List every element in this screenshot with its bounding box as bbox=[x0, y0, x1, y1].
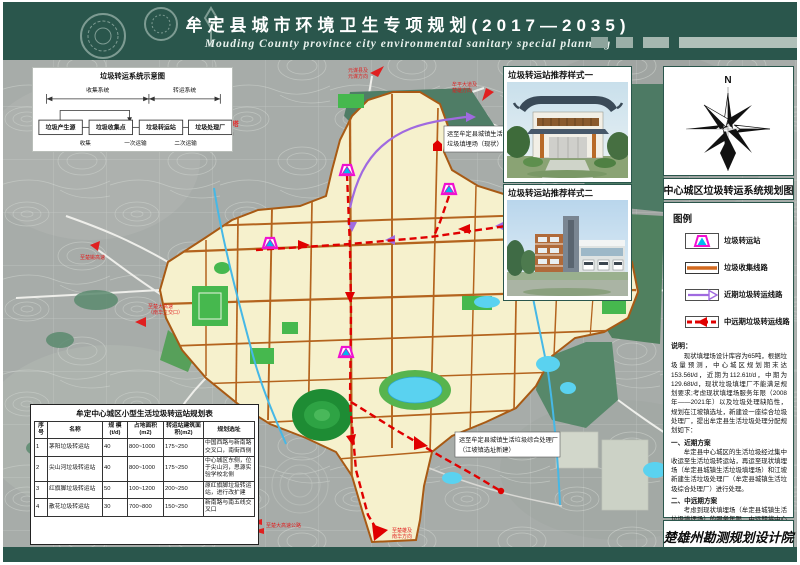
compass-rose-icon: N bbox=[664, 67, 793, 175]
legend-item-collection: 垃圾收集线路 bbox=[685, 260, 787, 276]
svg-text:垃圾填埋场（现状）: 垃圾填埋场（现状） bbox=[447, 140, 503, 148]
treatment-plant-label: 运至牟定县城镇生活垃圾综合处理厂 （江坡镇选址新建） bbox=[455, 432, 560, 457]
compass-panel: N bbox=[663, 66, 794, 176]
photo-card-style2: 垃圾转运站推荐样式二 bbox=[503, 184, 632, 301]
svg-text:转运系统: 转运系统 bbox=[173, 86, 196, 94]
notes-paragraph: 现状填埋场设计库容为65吨，根据垃圾量预测，中心城区规划期末达153.56t/d… bbox=[671, 352, 787, 436]
notes-heading: 一、近期方案 bbox=[671, 437, 787, 447]
near-route-swatch-icon bbox=[685, 287, 719, 303]
svg-text:（南华立交口）: （南华立交口） bbox=[148, 309, 183, 316]
flowchart-panel: 垃圾转运系统示意图 收集系统 转运系统 bbox=[32, 67, 233, 152]
svg-text:（江坡镇选址新建）: （江坡镇选址新建） bbox=[459, 446, 515, 454]
svg-text:楚雄方向: 楚雄方向 bbox=[452, 87, 472, 94]
svg-text:二次运输: 二次运输 bbox=[174, 139, 197, 147]
notes-paragraph: 牟定县中心城区的生活垃圾经过集中收运至生活垃圾转运站，再运至现状填埋场（牟定县城… bbox=[671, 448, 787, 494]
station-table-panel: 牟定中心城区小型生活垃圾转运站规划表 序号 名称 规 模(t/d) 占地面积(m… bbox=[30, 404, 259, 545]
header-deco-bar bbox=[679, 37, 797, 48]
table-row: 2 尖山河垃圾转运站 40 800~1000 175~250 中心城区东侧，位于… bbox=[35, 456, 255, 481]
svg-text:至楚雄及: 至楚雄及 bbox=[392, 527, 412, 534]
svg-text:运至牟定县城镇生活: 运至牟定县城镇生活 bbox=[447, 130, 503, 138]
table-header-row: 序号 名称 规 模(t/d) 占地面积(m2) 转运站建筑面积(m2) 规划选址 bbox=[35, 422, 255, 439]
svg-text:元谋方向: 元谋方向 bbox=[348, 73, 368, 80]
svg-text:至楚大高速公路: 至楚大高速公路 bbox=[266, 522, 301, 529]
svg-text:垃圾转运站: 垃圾转运站 bbox=[146, 124, 176, 132]
header-deco-square bbox=[643, 37, 669, 48]
svg-text:南华方向: 南华方向 bbox=[392, 533, 412, 540]
page-title: 牟定县城市环境卫生专项规划(2017—2035) bbox=[173, 11, 643, 36]
traditional-station-photo bbox=[507, 82, 628, 178]
notes-title: 说明： bbox=[671, 341, 787, 351]
institute-name: 楚雄州勘测规划设计院 bbox=[664, 527, 794, 546]
svg-text:运至牟定县城镇生活垃圾综合处理厂: 运至牟定县城镇生活垃圾综合处理厂 bbox=[459, 436, 558, 444]
modern-station-photo bbox=[507, 200, 628, 296]
svg-text:垃圾收集点: 垃圾收集点 bbox=[96, 124, 126, 132]
svg-text:垃圾转运系统示意图: 垃圾转运系统示意图 bbox=[100, 72, 165, 81]
legend-item-station: 垃圾转运站 bbox=[685, 233, 787, 249]
station-table: 序号 名称 规 模(t/d) 占地面积(m2) 转运站建筑面积(m2) 规划选址… bbox=[34, 421, 255, 517]
svg-text:牟平大道及: 牟平大道及 bbox=[452, 81, 477, 88]
header-deco-square bbox=[591, 37, 608, 48]
header-deco-square bbox=[616, 37, 633, 48]
table-row: 1 茅阳垃圾转运站 40 800~1000 175~250 中国西路与新南路交叉… bbox=[35, 439, 255, 456]
svg-text:收集: 收集 bbox=[80, 139, 92, 147]
landfill-label: 运至牟定县城镇生活 垃圾填埋场（现状） bbox=[433, 126, 506, 152]
legend-item-far-route: 中远期垃圾转运线路 bbox=[685, 314, 787, 330]
table-row: 3 红旗脚垃圾转运站 50 100~1200 200~250 原红旗脚垃圾转运站… bbox=[35, 481, 255, 498]
svg-text:垃圾处理厂: 垃圾处理厂 bbox=[195, 124, 225, 132]
page-subtitle: Mouding County province city environment… bbox=[173, 38, 643, 50]
svg-text:至楚大高速: 至楚大高速 bbox=[148, 303, 173, 310]
legend-notes-panel: 图例 垃圾转运站 垃圾收集线路 近期垃圾转运线路 bbox=[663, 202, 794, 518]
planning-poster: 牟定县城市环境卫生专项规划(2017—2035) Mouding County … bbox=[0, 0, 800, 565]
photo-card-style1: 垃圾转运站推荐样式一 bbox=[503, 66, 632, 183]
collection-route-swatch-icon bbox=[685, 260, 719, 276]
photo-caption: 垃圾转运站推荐样式二 bbox=[504, 185, 631, 200]
station-swatch-icon bbox=[685, 233, 719, 249]
far-route-swatch-icon bbox=[685, 314, 719, 330]
legend-item-near-route: 近期垃圾转运线路 bbox=[685, 287, 787, 303]
svg-text:一次运输: 一次运输 bbox=[124, 139, 147, 147]
svg-text:垃圾产生源: 垃圾产生源 bbox=[46, 124, 76, 132]
notes-heading: 二、中远期方案 bbox=[671, 495, 787, 505]
svg-text:N: N bbox=[724, 75, 731, 86]
map-title: 中心城区垃圾转运系统规划图 bbox=[664, 182, 794, 197]
footer-bar bbox=[3, 547, 797, 562]
table-title: 牟定中心城区小型生活垃圾转运站规划表 bbox=[34, 408, 255, 419]
table-row: 4 散花垃圾转运站 30 700~800 150~250 新南路与南五线交叉口 bbox=[35, 499, 255, 516]
photo-caption: 垃圾转运站推荐样式一 bbox=[504, 67, 631, 82]
map-title-panel: 中心城区垃圾转运系统规划图 bbox=[663, 178, 794, 200]
svg-text:收集系统: 收集系统 bbox=[86, 86, 109, 94]
flowchart-diagram: 垃圾转运系统示意图 收集系统 转运系统 bbox=[33, 68, 232, 151]
legend-title: 图例 bbox=[673, 211, 787, 225]
header-bar: 牟定县城市环境卫生专项规划(2017—2035) Mouding County … bbox=[3, 2, 797, 60]
svg-text:至楚姚高速: 至楚姚高速 bbox=[80, 254, 105, 261]
